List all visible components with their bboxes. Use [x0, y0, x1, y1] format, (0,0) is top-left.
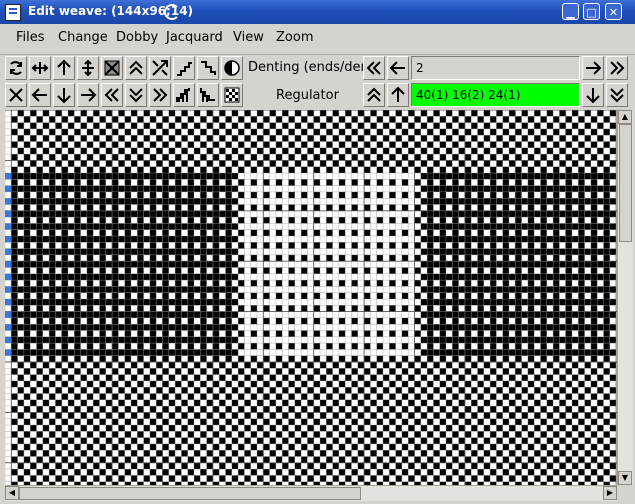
- weave-canvas[interactable]: [5, 110, 617, 485]
- maximize-button[interactable]: □: [583, 3, 600, 20]
- vertical-scrollbar[interactable]: ▲ ▼: [617, 110, 633, 485]
- arrow-right-icon[interactable]: [77, 83, 99, 107]
- menu-dobby[interactable]: Dobby: [116, 30, 158, 45]
- flip-vertical-icon[interactable]: [77, 56, 99, 80]
- scroll-down-icon[interactable]: ▼: [618, 471, 632, 485]
- title-bar: Edit weave: (144x96;14) ▁ □ ✕: [0, 0, 635, 24]
- double-down-icon[interactable]: [125, 83, 147, 107]
- scroll-right-icon[interactable]: ▶: [603, 486, 617, 500]
- close-button[interactable]: ✕: [605, 3, 622, 20]
- minimize-button[interactable]: ▁: [562, 3, 579, 20]
- denting-field[interactable]: 2: [411, 56, 580, 80]
- regulator-field[interactable]: 40(1) 16(2) 24(1): [411, 83, 580, 107]
- random-fill-icon[interactable]: [221, 83, 243, 107]
- denting-label: Denting (ends/dent): [248, 60, 379, 75]
- menu-jacquard[interactable]: Jacquard: [166, 30, 223, 45]
- double-right-icon[interactable]: [149, 83, 171, 107]
- arrow-left-icon[interactable]: [29, 83, 51, 107]
- menu-bar: Files Change Dobby Jacquard View Zoom: [0, 24, 635, 55]
- regulator-label: Regulator: [276, 88, 339, 103]
- down-nav-icon[interactable]: [582, 83, 604, 107]
- weave-grid[interactable]: [5, 110, 617, 485]
- double-down-nav-icon[interactable]: [606, 83, 628, 107]
- steps-right-icon[interactable]: [173, 83, 195, 107]
- scroll-up-icon[interactable]: ▲: [618, 110, 632, 124]
- flip-horizontal-icon[interactable]: [29, 56, 51, 80]
- steps-down-icon[interactable]: [197, 56, 219, 80]
- vertical-scroll-thumb[interactable]: [619, 124, 632, 242]
- up-nav-icon[interactable]: [387, 83, 409, 107]
- double-up-icon[interactable]: [125, 56, 147, 80]
- arrow-up-icon[interactable]: [53, 56, 75, 80]
- clear-icon[interactable]: [5, 83, 27, 107]
- scroll-left-icon[interactable]: ◀: [5, 486, 19, 500]
- rotate-icon[interactable]: [5, 56, 27, 80]
- left-nav-icon[interactable]: [387, 56, 409, 80]
- steps-up-icon[interactable]: [173, 56, 195, 80]
- spiral-icon: [164, 4, 180, 20]
- double-right-nav-icon[interactable]: [606, 56, 628, 80]
- horizontal-scrollbar[interactable]: ◀ ▶: [5, 485, 617, 501]
- double-left-nav-icon[interactable]: [363, 56, 385, 80]
- half-contrast-icon[interactable]: [221, 56, 243, 80]
- horizontal-scroll-thumb[interactable]: [19, 487, 361, 500]
- double-up-nav-icon[interactable]: [363, 83, 385, 107]
- app-icon[interactable]: [5, 4, 21, 21]
- steps-left-icon[interactable]: [197, 83, 219, 107]
- right-nav-icon[interactable]: [582, 56, 604, 80]
- double-left-icon[interactable]: [101, 83, 123, 107]
- menu-change[interactable]: Change: [58, 30, 108, 45]
- arrow-down-icon[interactable]: [53, 83, 75, 107]
- invert-grid-icon[interactable]: [101, 56, 123, 80]
- menu-zoom[interactable]: Zoom: [276, 30, 313, 45]
- shrink-diagonal-icon[interactable]: [149, 56, 171, 80]
- menu-files[interactable]: Files: [16, 30, 45, 45]
- menu-view[interactable]: View: [233, 30, 264, 45]
